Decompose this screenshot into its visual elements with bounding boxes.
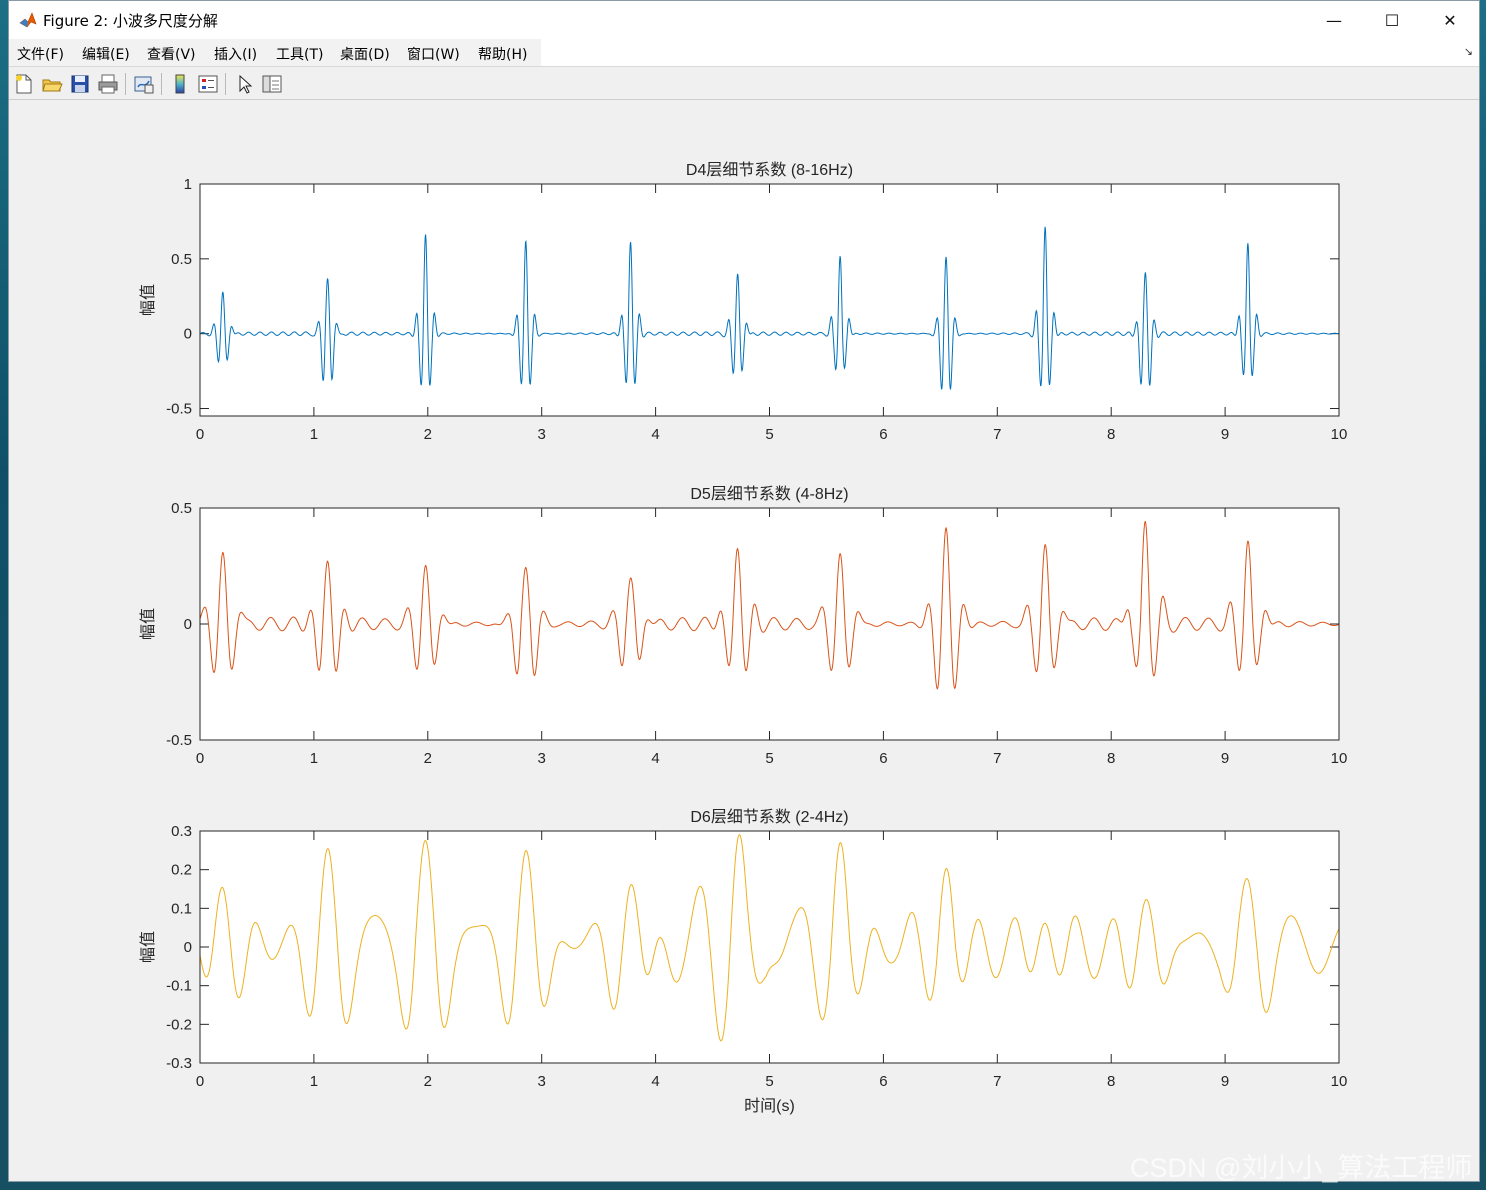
x-tick-label: 7 [993, 1073, 1001, 1090]
x-tick-label: 1 [310, 750, 318, 767]
x-tick-label: 2 [424, 1073, 432, 1090]
x-axis-label: 时间(s) [744, 1097, 795, 1115]
plot-area [200, 184, 1339, 416]
x-tick-label: 10 [1331, 1073, 1348, 1090]
plot-title: D4层细节系数 (8-16Hz) [686, 161, 853, 179]
y-tick-label: 0.5 [171, 500, 192, 517]
y-tick-label: 0 [184, 616, 192, 633]
x-tick-label: 1 [310, 426, 318, 443]
x-tick-label: 7 [993, 426, 1001, 443]
plot-title: D5层细节系数 (4-8Hz) [690, 485, 848, 503]
x-tick-label: 7 [993, 750, 1001, 767]
x-tick-label: 0 [196, 1073, 204, 1090]
x-tick-label: 2 [424, 426, 432, 443]
y-tick-label: -0.5 [166, 732, 192, 749]
x-tick-label: 0 [196, 750, 204, 767]
y-tick-label: -0.1 [166, 978, 192, 995]
x-tick-label: 1 [310, 1073, 318, 1090]
x-tick-label: 3 [538, 426, 546, 443]
plot-title: D6层细节系数 (2-4Hz) [690, 808, 848, 826]
x-tick-label: 10 [1331, 750, 1348, 767]
y-axis-label: 幅值 [139, 931, 157, 963]
x-tick-label: 0 [196, 426, 204, 443]
x-tick-label: 2 [424, 750, 432, 767]
figure-canvas: 0 1 2 3 4 5 6 7 8 9 10-0.500.51D4层细节系数 (8-16Hz)幅值0… [139, 161, 1348, 1115]
x-tick-label: 5 [765, 1073, 773, 1090]
y-tick-label: 0 [184, 939, 192, 956]
y-tick-label: -0.3 [166, 1055, 192, 1072]
x-tick-label: 8 [1107, 1073, 1115, 1090]
x-tick-label: 6 [879, 1073, 887, 1090]
x-tick-label: 3 [538, 750, 546, 767]
y-axis-label: 幅值 [139, 284, 157, 316]
plot-area [200, 831, 1339, 1063]
x-tick-label: 8 [1107, 750, 1115, 767]
y-tick-label: -0.2 [166, 1016, 192, 1033]
x-tick-label: 6 [879, 750, 887, 767]
y-tick-label: 0.2 [171, 862, 192, 879]
y-tick-label: 1 [184, 176, 192, 193]
plot-area [200, 508, 1339, 740]
y-tick-label: 0 [184, 326, 192, 343]
x-tick-label: 9 [1221, 750, 1229, 767]
x-tick-label: 3 [538, 1073, 546, 1090]
y-tick-label: 0.5 [171, 251, 192, 268]
y-axis-label: 幅值 [139, 608, 157, 640]
x-tick-label: 9 [1221, 1073, 1229, 1090]
csdn-watermark: CSDN @刘小小_算法工程师 [1130, 1153, 1473, 1183]
x-tick-label: 4 [651, 1073, 659, 1090]
x-tick-label: 5 [765, 750, 773, 767]
x-tick-label: 10 [1331, 426, 1348, 443]
y-tick-label: -0.5 [166, 401, 192, 418]
x-tick-label: 9 [1221, 426, 1229, 443]
x-tick-label: 8 [1107, 426, 1115, 443]
y-tick-label: 0.3 [171, 823, 192, 840]
x-tick-label: 5 [765, 426, 773, 443]
y-tick-label: 0.1 [171, 900, 192, 917]
x-tick-label: 6 [879, 426, 887, 443]
x-tick-label: 4 [651, 426, 659, 443]
x-tick-label: 4 [651, 750, 659, 767]
